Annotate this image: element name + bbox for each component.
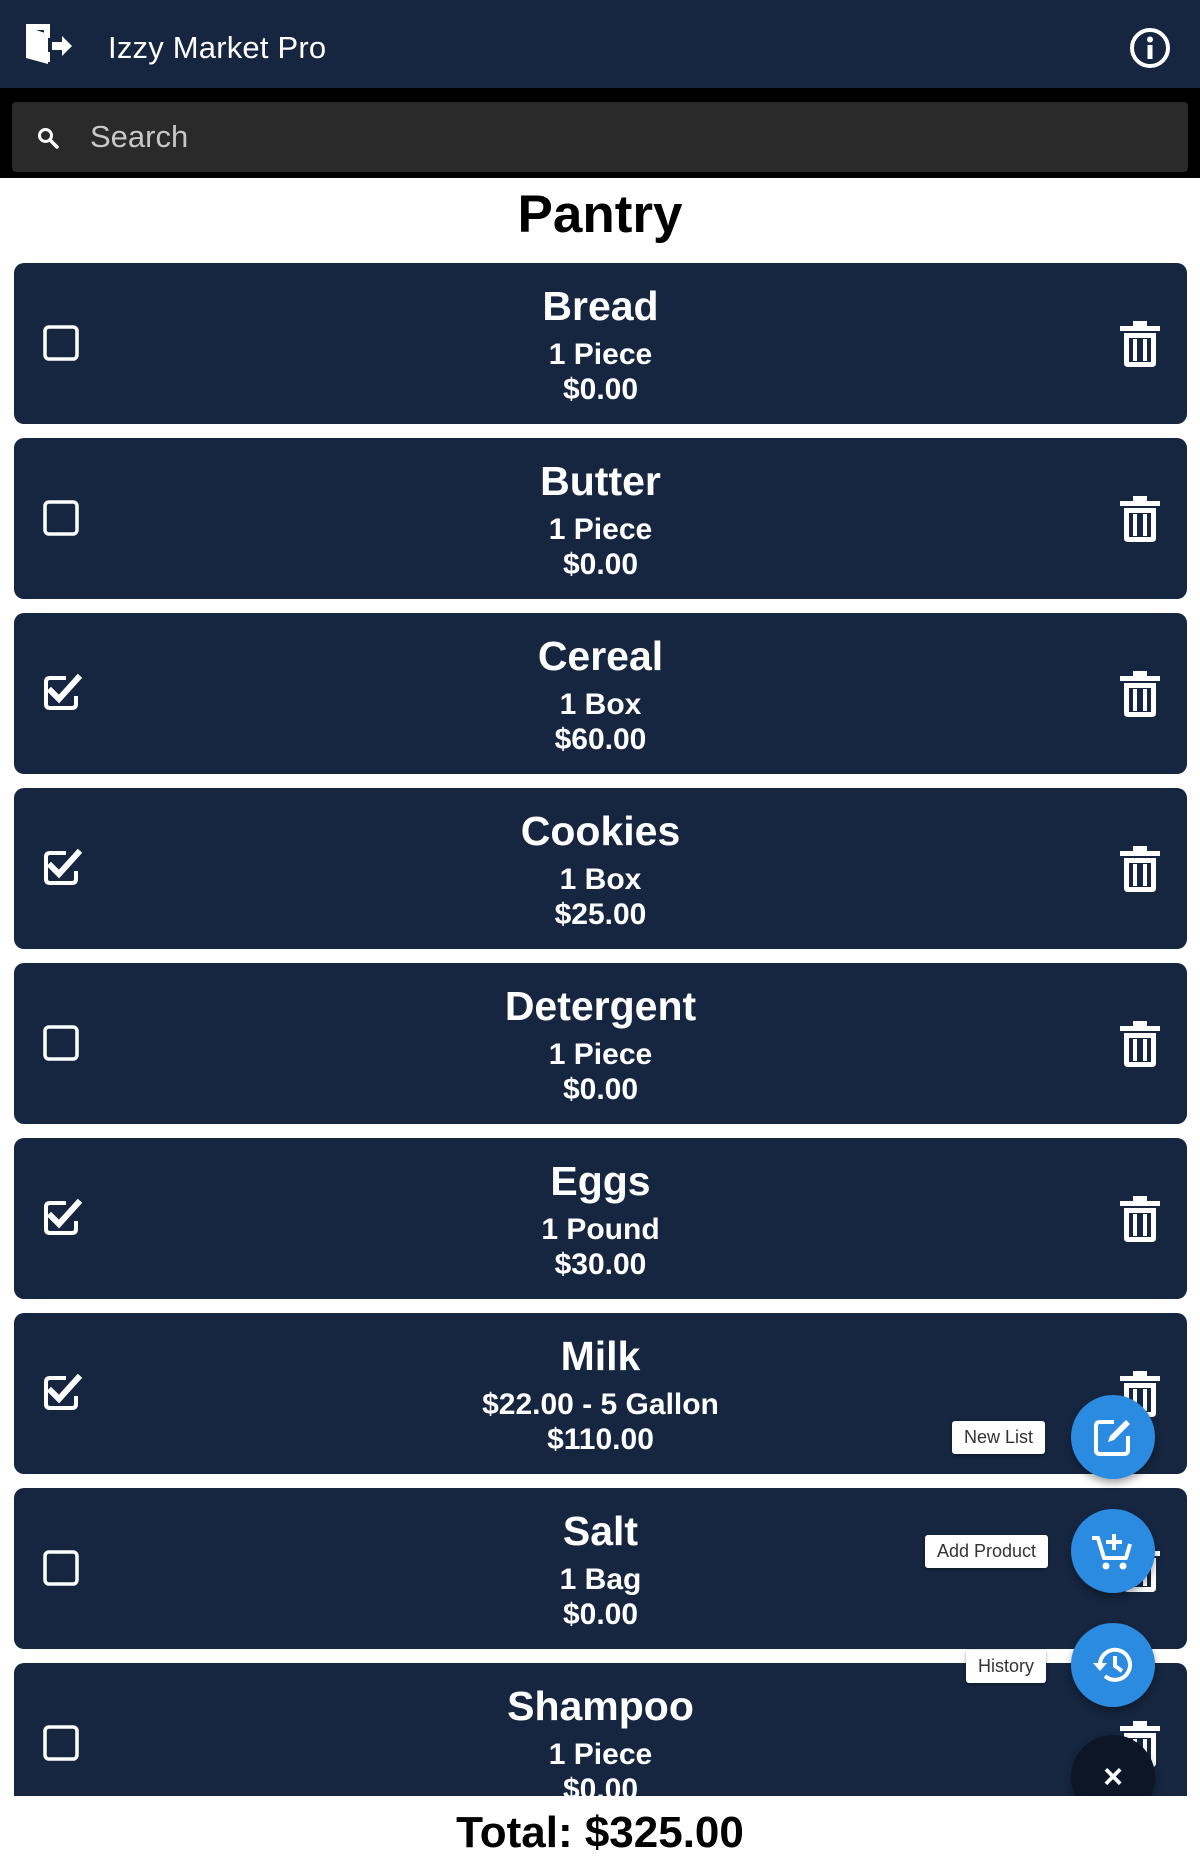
item-quantity: 1 Bag bbox=[559, 1563, 642, 1596]
close-icon: × bbox=[1103, 1758, 1123, 1796]
item-name: Cookies bbox=[520, 808, 681, 854]
trash-icon[interactable] bbox=[1118, 1196, 1162, 1244]
item-price: $0.00 bbox=[562, 1773, 639, 1796]
item-price: $0.00 bbox=[562, 1073, 639, 1106]
item-quantity: 1 Pound bbox=[541, 1213, 660, 1246]
item-quantity: 1 Piece bbox=[548, 1038, 653, 1071]
search-box[interactable] bbox=[12, 102, 1188, 172]
item-quantity: 1 Box bbox=[559, 688, 642, 721]
list-item[interactable]: Cookies 1 Box $25.00 bbox=[14, 788, 1187, 949]
list-item[interactable]: Salt 1 Bag $0.00 bbox=[14, 1488, 1187, 1649]
page-title: Pantry bbox=[517, 185, 683, 244]
add-product-button[interactable] bbox=[1071, 1509, 1155, 1593]
trash-icon[interactable] bbox=[1118, 321, 1162, 369]
item-price: $60.00 bbox=[554, 723, 647, 756]
item-price: $0.00 bbox=[562, 548, 639, 581]
trash-icon[interactable] bbox=[1118, 671, 1162, 719]
list-item[interactable]: Eggs 1 Pound $30.00 bbox=[14, 1138, 1187, 1299]
app-bar: Izzy Market Pro bbox=[0, 0, 1200, 88]
new-list-label[interactable]: New List bbox=[952, 1421, 1046, 1454]
item-name: Detergent bbox=[504, 983, 697, 1029]
info-icon[interactable] bbox=[1128, 26, 1172, 70]
add-cart-icon bbox=[1092, 1534, 1132, 1570]
item-price: $25.00 bbox=[554, 898, 647, 931]
search-icon bbox=[38, 128, 59, 149]
item-price: $30.00 bbox=[554, 1248, 647, 1281]
app-title: Izzy Market Pro bbox=[108, 30, 327, 65]
trash-icon[interactable] bbox=[1118, 1021, 1162, 1069]
item-quantity: 1 Piece bbox=[548, 1738, 653, 1771]
history-label[interactable]: History bbox=[966, 1650, 1047, 1683]
item-quantity: 1 Piece bbox=[548, 513, 653, 546]
search-bar bbox=[0, 88, 1200, 178]
item-name: Milk bbox=[560, 1333, 641, 1379]
list-item[interactable]: Cereal 1 Box $60.00 bbox=[14, 613, 1187, 774]
trash-icon[interactable] bbox=[1118, 496, 1162, 544]
history-button[interactable] bbox=[1071, 1623, 1155, 1707]
item-name: Cereal bbox=[537, 633, 664, 679]
item-name: Eggs bbox=[550, 1158, 651, 1204]
item-name: Butter bbox=[540, 458, 661, 504]
logout-icon[interactable] bbox=[24, 22, 72, 70]
item-price: $0.00 bbox=[562, 1598, 639, 1631]
item-quantity: 1 Box bbox=[559, 863, 642, 896]
add-product-label[interactable]: Add Product bbox=[925, 1535, 1049, 1568]
list-item[interactable]: Butter 1 Piece $0.00 bbox=[14, 438, 1187, 599]
list-item[interactable]: Bread 1 Piece $0.00 bbox=[14, 263, 1187, 424]
total-amount: Total: $325.00 bbox=[456, 1808, 744, 1857]
trash-icon[interactable] bbox=[1118, 846, 1162, 894]
item-quantity: 1 Piece bbox=[548, 338, 653, 371]
history-icon bbox=[1093, 1647, 1132, 1682]
item-quantity: $22.00 - 5 Gallon bbox=[482, 1388, 719, 1421]
item-name: Bread bbox=[542, 283, 659, 329]
new-list-button[interactable] bbox=[1071, 1395, 1155, 1479]
item-price: $0.00 bbox=[562, 373, 639, 406]
list-item[interactable]: Detergent 1 Piece $0.00 bbox=[14, 963, 1187, 1124]
total-bar: Total: $325.00 bbox=[0, 1796, 1200, 1868]
item-name: Shampoo bbox=[507, 1683, 694, 1729]
edit-icon bbox=[1094, 1420, 1130, 1456]
search-input[interactable] bbox=[90, 114, 1170, 160]
